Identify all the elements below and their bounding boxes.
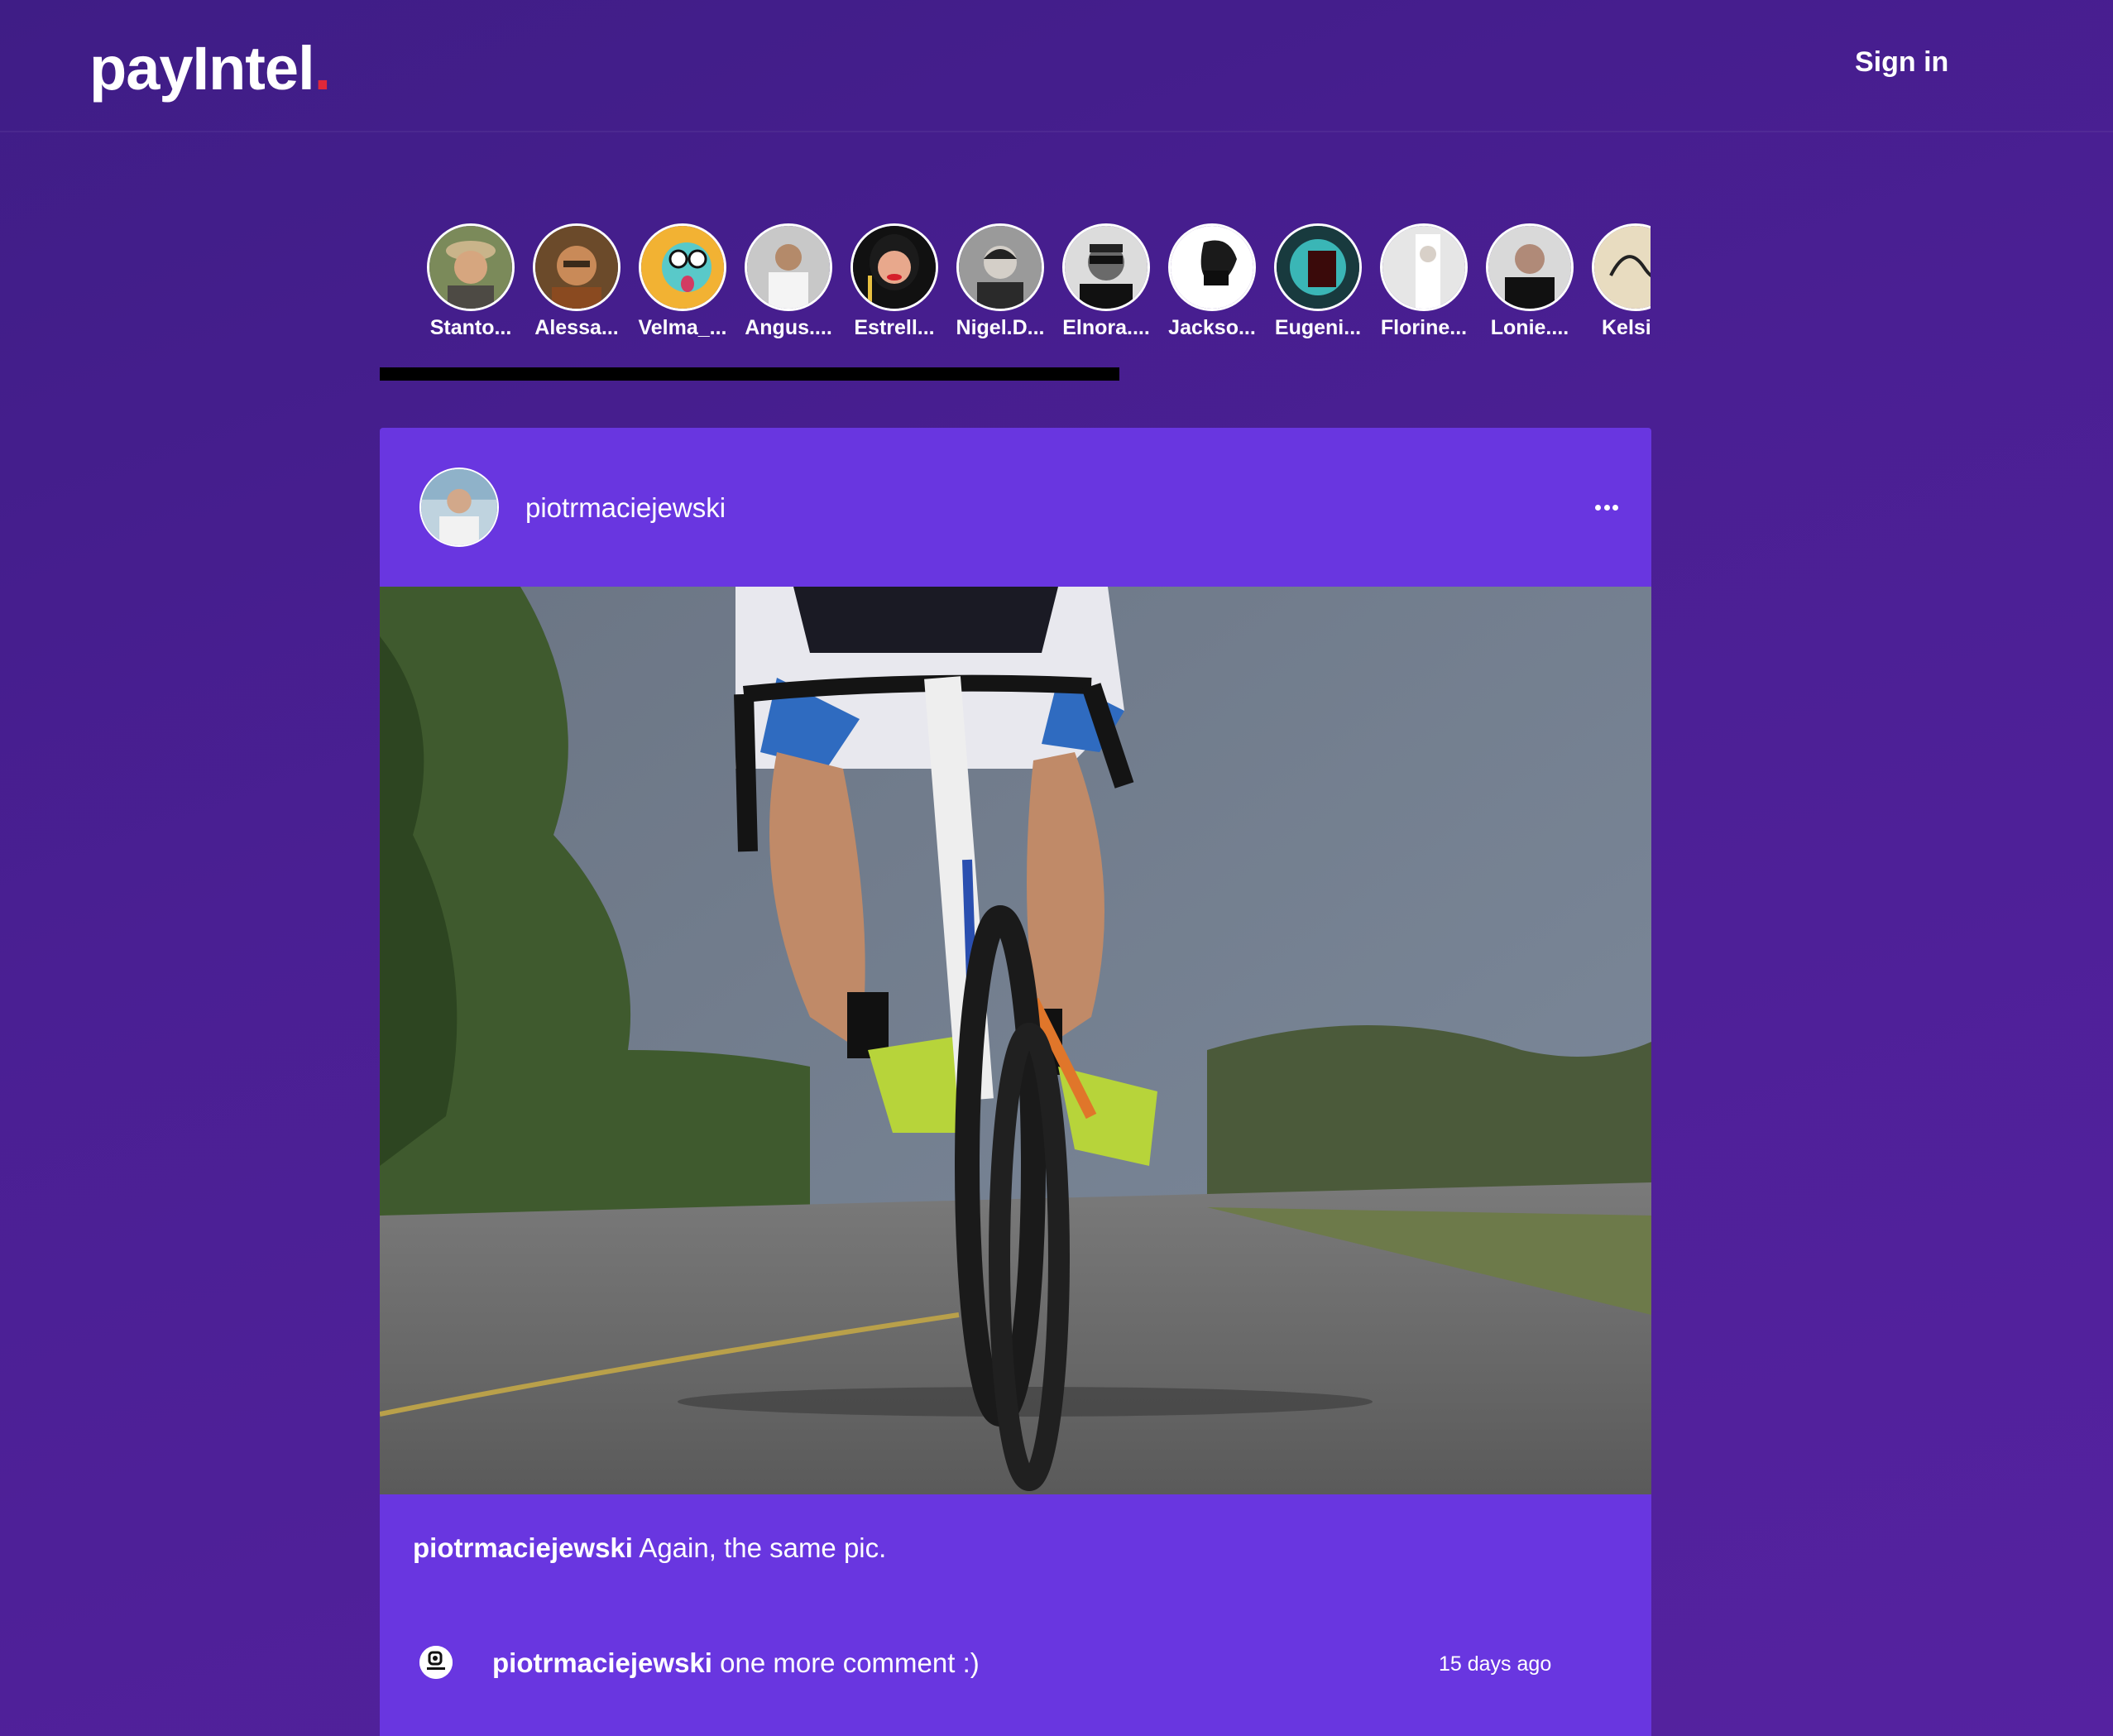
logo-text: payIntel	[89, 34, 315, 103]
story-name: Elnora....	[1062, 316, 1150, 339]
story-name: Jackso...	[1168, 316, 1256, 339]
story-name: Eugeni...	[1274, 316, 1362, 339]
story-avatar	[1380, 223, 1468, 311]
stories-scrollbar[interactable]	[380, 367, 1119, 381]
story-avatar	[850, 223, 938, 311]
story-name: Angus....	[745, 316, 832, 339]
sign-in-button[interactable]: Sign in	[1855, 46, 1948, 79]
story-name: Lonie....	[1490, 316, 1569, 339]
post-card: piotrmaciejewski piotrmaciejewski Again,…	[380, 428, 1651, 1736]
story-item[interactable]: Eugeni...	[1265, 223, 1371, 348]
story-item[interactable]: Elnora....	[1053, 223, 1159, 348]
story-item[interactable]: Florine...	[1371, 223, 1477, 348]
caption-author[interactable]: piotrmaciejewski	[413, 1532, 633, 1563]
story-item[interactable]: Kelsi.F	[1583, 223, 1651, 348]
story-avatar	[1062, 223, 1150, 311]
logo-dot: .	[314, 34, 332, 103]
stories-bar: Stanto... Alessa... Velma_... Angus.... …	[418, 223, 1651, 348]
story-avatar	[1486, 223, 1574, 311]
comment-timestamp: 15 days ago	[1439, 1652, 1552, 1676]
story-name: Velma_...	[638, 316, 727, 339]
story-avatar	[1592, 223, 1651, 311]
story-name: Alessa...	[534, 316, 619, 339]
more-dot-icon	[1612, 504, 1618, 511]
comment-text: piotrmaciejewski one more comment :)	[492, 1647, 980, 1679]
post-caption: piotrmaciejewski Again, the same pic.	[413, 1532, 886, 1564]
story-item[interactable]: Alessa...	[524, 223, 630, 348]
more-dot-icon	[1595, 504, 1601, 511]
story-avatar	[1274, 223, 1362, 311]
post-author-name[interactable]: piotrmaciejewski	[525, 492, 726, 524]
caption-text: Again, the same pic.	[639, 1532, 887, 1563]
story-avatar	[956, 223, 1044, 311]
story-avatar	[533, 223, 620, 311]
story-item[interactable]: Nigel.D...	[947, 223, 1053, 348]
story-item[interactable]: Stanto...	[418, 223, 524, 348]
story-name: Nigel.D...	[956, 316, 1045, 339]
brand-logo[interactable]: payIntel.	[89, 33, 332, 103]
story-item[interactable]: Lonie....	[1477, 223, 1583, 348]
story-item[interactable]: Velma_...	[630, 223, 735, 348]
story-avatar	[427, 223, 515, 311]
story-avatar	[745, 223, 832, 311]
comment-item: piotrmaciejewski one more comment :) 15 …	[419, 1636, 1619, 1702]
story-name: Florine...	[1380, 316, 1468, 339]
story-name: Kelsi.F	[1602, 316, 1651, 339]
comment-body: one more comment :)	[720, 1647, 980, 1678]
more-options-button[interactable]	[1590, 491, 1623, 524]
story-avatar	[1168, 223, 1256, 311]
commenter-avatar[interactable]	[419, 1646, 453, 1679]
story-item[interactable]: Angus....	[735, 223, 841, 348]
author-avatar[interactable]	[419, 468, 499, 547]
story-item[interactable]: Jackso...	[1159, 223, 1265, 348]
top-header: payIntel. Sign in	[0, 0, 2113, 132]
post-header: piotrmaciejewski	[380, 428, 1651, 587]
more-dot-icon	[1603, 504, 1610, 511]
comment-author[interactable]: piotrmaciejewski	[492, 1647, 712, 1678]
post-image[interactable]	[380, 587, 1651, 1494]
story-item[interactable]: Estrell...	[841, 223, 947, 348]
story-avatar	[639, 223, 726, 311]
story-name: Estrell...	[854, 316, 935, 339]
story-name: Stanto...	[429, 316, 512, 339]
